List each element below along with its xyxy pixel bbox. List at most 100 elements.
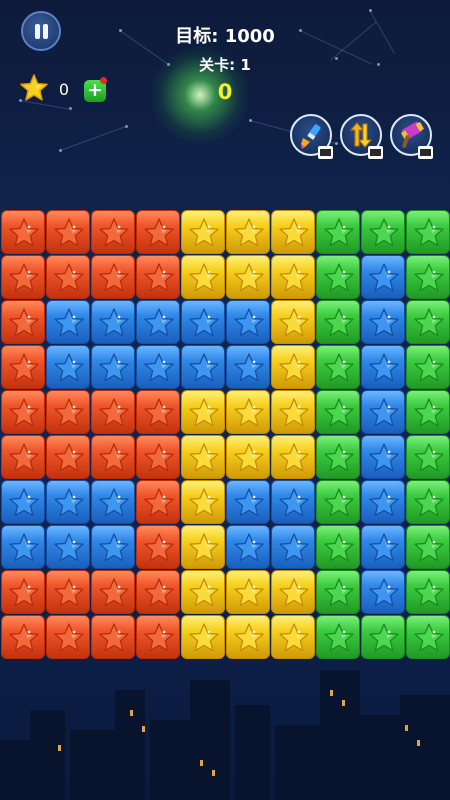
star-tile-blue[interactable] (361, 255, 405, 299)
star-tile-red[interactable] (46, 210, 90, 254)
star-tile-yellow[interactable] (181, 570, 225, 614)
star-tile-blue[interactable] (361, 570, 405, 614)
level-value: 1 (240, 56, 251, 74)
star-tile-blue[interactable] (46, 525, 90, 569)
star-tile-blue[interactable] (361, 300, 405, 344)
star-tile-yellow[interactable] (181, 480, 225, 524)
star-tile-blue[interactable] (271, 480, 315, 524)
star-tile-red[interactable] (91, 390, 135, 434)
star-tile-green[interactable] (361, 210, 405, 254)
star-tile-red[interactable] (46, 390, 90, 434)
star-tile-yellow[interactable] (271, 255, 315, 299)
star-tile-blue[interactable] (136, 300, 180, 344)
star-tile-red[interactable] (136, 570, 180, 614)
star-tile-blue[interactable] (46, 300, 90, 344)
star-tile-green[interactable] (316, 570, 360, 614)
star-tile-green[interactable] (316, 525, 360, 569)
star-tile-yellow[interactable] (226, 390, 270, 434)
star-icon (54, 218, 84, 247)
hammer-tool-button[interactable] (390, 114, 433, 159)
star-tile-blue[interactable] (91, 480, 135, 524)
star-tile-yellow[interactable] (271, 210, 315, 254)
star-tile-green[interactable] (406, 525, 450, 569)
star-tile-blue[interactable] (91, 345, 135, 389)
star-tile-green[interactable] (406, 345, 450, 389)
star-tile-blue[interactable] (46, 480, 90, 524)
star-tile-green[interactable] (406, 480, 450, 524)
star-tile-yellow[interactable] (181, 255, 225, 299)
shuffle-tool-button[interactable] (340, 114, 383, 159)
star-tile-red[interactable] (1, 390, 45, 434)
star-tile-red[interactable] (136, 390, 180, 434)
star-tile-blue[interactable] (1, 525, 45, 569)
star-tile-red[interactable] (136, 255, 180, 299)
star-tile-blue[interactable] (46, 345, 90, 389)
star-tile-red[interactable] (136, 525, 180, 569)
star-icon (99, 353, 129, 382)
star-tile-green[interactable] (316, 480, 360, 524)
star-tile-green[interactable] (316, 255, 360, 299)
star-tile-green[interactable] (316, 345, 360, 389)
star-tile-green[interactable] (406, 390, 450, 434)
star-tile-blue[interactable] (361, 435, 405, 479)
star-tile-green[interactable] (406, 570, 450, 614)
star-tile-blue[interactable] (361, 345, 405, 389)
star-tile-red[interactable] (136, 210, 180, 254)
star-tile-red[interactable] (46, 570, 90, 614)
star-tile-green[interactable] (406, 300, 450, 344)
star-tile-green[interactable] (316, 300, 360, 344)
star-tile-blue[interactable] (91, 525, 135, 569)
star-tile-green[interactable] (316, 435, 360, 479)
star-tile-yellow[interactable] (226, 570, 270, 614)
star-tile-blue[interactable] (226, 525, 270, 569)
add-coins-button[interactable]: + (84, 77, 107, 102)
star-tile-red[interactable] (1, 570, 45, 614)
brush-tool-button[interactable] (290, 114, 333, 159)
star-tile-blue[interactable] (1, 480, 45, 524)
star-tile-yellow[interactable] (226, 255, 270, 299)
star-tile-green[interactable] (406, 210, 450, 254)
star-tile-red[interactable] (91, 435, 135, 479)
star-tile-yellow[interactable] (271, 345, 315, 389)
star-tile-yellow[interactable] (181, 525, 225, 569)
star-tile-yellow[interactable] (226, 435, 270, 479)
star-tile-red[interactable] (1, 210, 45, 254)
star-tile-red[interactable] (91, 210, 135, 254)
building-silhouette (360, 715, 405, 800)
star-tile-red[interactable] (136, 435, 180, 479)
star-tile-blue[interactable] (361, 480, 405, 524)
star-tile-green[interactable] (406, 435, 450, 479)
star-tile-yellow[interactable] (271, 300, 315, 344)
star-tile-yellow[interactable] (271, 570, 315, 614)
star-tile-blue[interactable] (226, 480, 270, 524)
star-tile-green[interactable] (316, 210, 360, 254)
star-tile-blue[interactable] (361, 525, 405, 569)
star-tile-red[interactable] (1, 300, 45, 344)
building-window (130, 710, 133, 716)
star-tile-blue[interactable] (271, 525, 315, 569)
star-tile-yellow[interactable] (271, 435, 315, 479)
star-tile-yellow[interactable] (181, 435, 225, 479)
star-tile-red[interactable] (1, 255, 45, 299)
star-tile-blue[interactable] (181, 300, 225, 344)
star-tile-blue[interactable] (226, 345, 270, 389)
star-tile-blue[interactable] (136, 345, 180, 389)
star-tile-red[interactable] (1, 435, 45, 479)
star-tile-red[interactable] (91, 255, 135, 299)
star-tile-blue[interactable] (91, 300, 135, 344)
star-tile-blue[interactable] (181, 345, 225, 389)
star-tile-red[interactable] (91, 570, 135, 614)
star-tile-red[interactable] (46, 255, 90, 299)
sky-star (335, 142, 338, 145)
star-tile-yellow[interactable] (181, 390, 225, 434)
star-tile-yellow[interactable] (226, 210, 270, 254)
star-tile-blue[interactable] (226, 300, 270, 344)
star-tile-red[interactable] (46, 435, 90, 479)
star-tile-yellow[interactable] (181, 210, 225, 254)
star-tile-green[interactable] (406, 255, 450, 299)
star-tile-yellow[interactable] (271, 390, 315, 434)
star-tile-blue[interactable] (361, 390, 405, 434)
star-tile-red[interactable] (136, 480, 180, 524)
star-tile-red[interactable] (1, 345, 45, 389)
star-tile-green[interactable] (316, 390, 360, 434)
